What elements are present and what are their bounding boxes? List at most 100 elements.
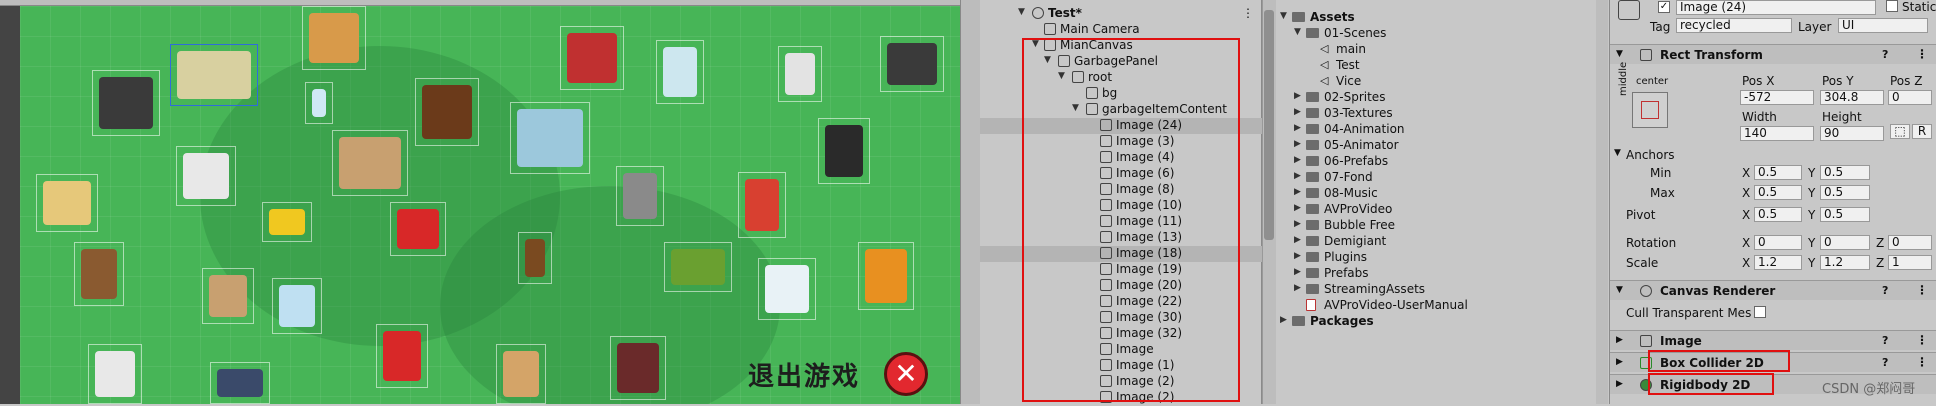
anchor-max-y-field[interactable]: 0.5 (1820, 185, 1870, 200)
garbage-item-monitor[interactable] (510, 102, 590, 174)
expand-arrow-icon[interactable]: ▶ (1294, 267, 1301, 277)
width-field[interactable]: 140 (1740, 126, 1814, 141)
project-row[interactable]: ◁ Vice (1276, 74, 1596, 90)
expand-arrow-icon[interactable]: ▼ (1616, 49, 1623, 59)
expand-arrow-icon[interactable]: ▶ (1616, 335, 1623, 345)
expand-arrow-icon[interactable]: ▶ (1294, 91, 1301, 101)
project-scrollbar[interactable] (1596, 0, 1608, 404)
garbage-item-shells[interactable] (302, 6, 366, 70)
project-row[interactable]: ▶ Packages (1276, 314, 1596, 330)
expand-arrow-icon[interactable]: ▼ (1294, 27, 1301, 37)
expand-arrow-icon[interactable]: ▼ (1614, 148, 1621, 158)
hierarchy-scene-row[interactable]: ▼ Test* ⋮ (980, 6, 1262, 22)
expand-arrow-icon[interactable]: ▶ (1294, 251, 1301, 261)
object-name-field[interactable]: Image (24) (1676, 0, 1876, 15)
project-row[interactable]: ◁ main (1276, 42, 1596, 58)
project-row[interactable]: ▶ Prefabs (1276, 266, 1596, 282)
garbage-item-paper-ball[interactable] (36, 174, 98, 232)
expand-arrow-icon[interactable]: ▶ (1294, 203, 1301, 213)
project-row[interactable]: ▼ 01-Scenes (1276, 26, 1596, 42)
rotation-x-field[interactable]: 0 (1754, 235, 1802, 250)
garbage-item-books[interactable] (415, 78, 479, 146)
garbage-item-cosmetics[interactable] (610, 336, 666, 400)
exit-game-label[interactable]: 退出游戏 (748, 356, 860, 393)
hierarchy-scroll-thumb[interactable] (1264, 10, 1274, 240)
garbage-item-paper-rolls[interactable] (332, 130, 408, 196)
expand-arrow-icon[interactable]: ▶ (1280, 315, 1287, 325)
scene-view[interactable]: 退出游戏 ✕ (0, 0, 980, 404)
cull-transparent-checkbox[interactable] (1754, 306, 1766, 318)
project-row[interactable]: ▶ Plugins (1276, 250, 1596, 266)
expand-arrow-icon[interactable]: ▶ (1294, 219, 1301, 229)
expand-arrow-icon[interactable]: ▶ (1294, 123, 1301, 133)
expand-arrow-icon[interactable]: ▶ (1294, 139, 1301, 149)
image-component-header[interactable]: ▶ Image ? ⋮ (1610, 330, 1936, 350)
expand-arrow-icon[interactable]: ▶ (1294, 155, 1301, 165)
garbage-item-cup-white[interactable] (88, 344, 142, 404)
garbage-item-money[interactable] (170, 44, 258, 106)
project-row[interactable]: ▶ StreamingAssets (1276, 282, 1596, 298)
expand-arrow-icon[interactable]: ▶ (1616, 357, 1623, 367)
project-row[interactable]: ▶ 03-Textures (1276, 106, 1596, 122)
garbage-item-chicken-leg[interactable] (74, 242, 124, 306)
garbage-item-battery[interactable] (210, 362, 270, 404)
scene-scrollbar[interactable] (960, 0, 980, 404)
hierarchy-row[interactable]: Main Camera (980, 22, 1262, 38)
expand-arrow-icon[interactable]: ▼ (1018, 7, 1025, 17)
help-icon[interactable]: ? (1882, 334, 1888, 347)
garbage-item-carton[interactable] (496, 344, 546, 404)
raw-edit-button[interactable]: R (1912, 124, 1932, 139)
anchor-max-x-field[interactable]: 0.5 (1754, 185, 1802, 200)
project-row[interactable]: ▶ 05-Animator (1276, 138, 1596, 154)
project-row[interactable]: ◁ Test (1276, 58, 1596, 74)
pos-x-field[interactable]: -572 (1740, 90, 1814, 105)
garbage-item-red-shirt[interactable] (390, 202, 446, 256)
height-field[interactable]: 90 (1820, 126, 1884, 141)
project-row[interactable]: ▼ Assets (1276, 10, 1596, 26)
game-canvas[interactable]: 退出游戏 ✕ (20, 6, 960, 404)
help-icon[interactable]: ? (1882, 284, 1888, 297)
scale-z-field[interactable]: 1 (1888, 255, 1932, 270)
scale-y-field[interactable]: 1.2 (1820, 255, 1870, 270)
static-checkbox[interactable] (1886, 0, 1898, 12)
garbage-item-chips-bag[interactable] (376, 324, 428, 388)
project-row[interactable]: ▶ AVProVideo (1276, 202, 1596, 218)
garbage-item-snack-bag[interactable] (858, 242, 914, 310)
pos-y-field[interactable]: 304.8 (1820, 90, 1884, 105)
garbage-item-cup[interactable] (656, 40, 704, 104)
garbage-item-kettle[interactable] (880, 36, 944, 92)
tag-dropdown[interactable]: recycled (1676, 18, 1792, 33)
garbage-item-apple-core[interactable] (738, 172, 786, 238)
rect-transform-header[interactable]: ▼ Rect Transform ? ⋮ (1610, 44, 1936, 64)
pivot-y-field[interactable]: 0.5 (1820, 207, 1870, 222)
anchor-min-y-field[interactable]: 0.5 (1820, 165, 1870, 180)
project-row[interactable]: ▶ 04-Animation (1276, 122, 1596, 138)
kebab-menu-icon[interactable]: ⋮ (1242, 6, 1254, 20)
garbage-item-plastic-bottle[interactable] (272, 278, 322, 334)
rotation-z-field[interactable]: 0 (1888, 235, 1932, 250)
pivot-x-field[interactable]: 0.5 (1754, 207, 1802, 222)
garbage-item-plastic-bag[interactable] (758, 258, 816, 320)
garbage-item-banana-peel[interactable] (262, 202, 312, 242)
expand-arrow-icon[interactable]: ▶ (1294, 235, 1301, 245)
garbage-item-toilet[interactable] (616, 166, 664, 226)
project-row[interactable]: ▶ 08-Music (1276, 186, 1596, 202)
layer-dropdown[interactable]: UI (1838, 18, 1928, 33)
kebab-menu-icon[interactable]: ⋮ (1916, 333, 1928, 347)
help-icon[interactable]: ? (1882, 356, 1888, 369)
garbage-item-green-bottles[interactable] (664, 242, 732, 292)
expand-arrow-icon[interactable]: ▶ (1294, 187, 1301, 197)
canvas-renderer-header[interactable]: ▼ Canvas Renderer ? ⋮ (1610, 280, 1936, 300)
rotation-y-field[interactable]: 0 (1820, 235, 1870, 250)
blueprint-mode-button[interactable]: ⬚ (1890, 124, 1910, 139)
kebab-menu-icon[interactable]: ⋮ (1916, 355, 1928, 369)
close-x-icon[interactable]: ✕ (884, 352, 928, 396)
garbage-item-juice-box[interactable] (778, 46, 822, 102)
project-row[interactable]: ▶ Demigiant (1276, 234, 1596, 250)
kebab-menu-icon[interactable]: ⋮ (1916, 283, 1928, 297)
anchor-min-x-field[interactable]: 0.5 (1754, 165, 1802, 180)
project-row[interactable]: AVProVideo-UserManual (1276, 298, 1596, 314)
expand-arrow-icon[interactable]: ▼ (1280, 11, 1287, 21)
project-row[interactable]: ▶ 06-Prefabs (1276, 154, 1596, 170)
expand-arrow-icon[interactable]: ▼ (1616, 285, 1623, 295)
